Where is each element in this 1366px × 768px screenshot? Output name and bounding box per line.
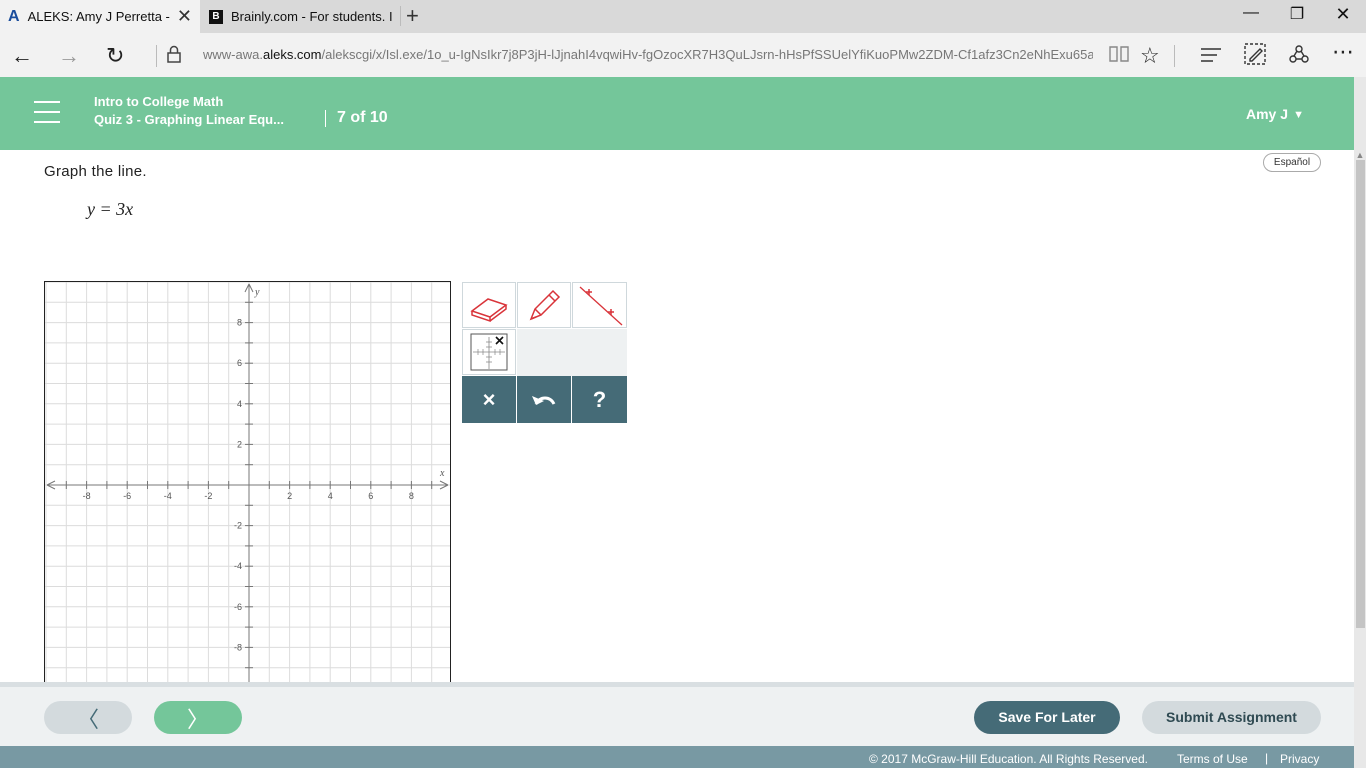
save-for-later-button[interactable]: Save For Later xyxy=(974,701,1120,734)
quiz-title: Quiz 3 - Graphing Linear Equ... xyxy=(94,112,284,127)
question-prompt: Graph the line. xyxy=(44,163,147,180)
y-tick-label: 2 xyxy=(237,439,242,449)
chevron-left-icon: 〈 xyxy=(76,706,99,732)
question-progress: 7 of 10 xyxy=(337,109,388,126)
privacy-link[interactable]: Privacy xyxy=(1280,752,1319,766)
course-title: Intro to College Math xyxy=(94,94,224,109)
coordinate-plane[interactable]: -8 -6 -4 -2 2 4 6 8 8 6 4 2 -2 -4 -6 -8 x y xyxy=(45,282,450,682)
tab-aleks[interactable]: A ALEKS: Amy J Perretta - ✕ xyxy=(0,0,200,33)
brainly-icon: B xyxy=(209,9,223,24)
hub-icon[interactable] xyxy=(1200,44,1222,70)
scroll-up-icon[interactable]: ▲ xyxy=(1354,150,1366,160)
y-tick-label: 4 xyxy=(237,399,242,409)
tab-divider xyxy=(400,6,401,26)
palette-empty-area xyxy=(517,329,627,376)
x-tick-label: -8 xyxy=(83,491,91,501)
window-close-icon[interactable]: ✕ xyxy=(1320,4,1366,25)
y-tick-label: 6 xyxy=(237,358,242,368)
x-tick-label: 4 xyxy=(328,491,333,501)
tab-brainly[interactable]: B Brainly.com - For students. I xyxy=(201,0,401,33)
y-axis-label: y xyxy=(254,287,260,298)
app-header: Intro to College Math Quiz 3 - Graphing … xyxy=(0,77,1354,150)
x-tick-label: -4 xyxy=(164,491,172,501)
grid-settings-icon xyxy=(470,333,508,371)
browser-tab-bar: A ALEKS: Amy J Perretta - ✕ B Brainly.co… xyxy=(0,0,1366,33)
reading-view-icon[interactable] xyxy=(1108,44,1130,70)
clear-button[interactable]: × xyxy=(462,376,516,423)
header-divider xyxy=(325,110,326,127)
help-button[interactable]: ? xyxy=(572,376,627,423)
divider xyxy=(156,45,157,67)
pencil-icon xyxy=(529,289,561,321)
line-tool-icon xyxy=(579,286,622,326)
previous-question-button[interactable]: 〈 xyxy=(44,701,132,734)
language-toggle-button[interactable]: Español xyxy=(1263,153,1321,172)
next-question-button[interactable]: 〉 xyxy=(154,701,242,734)
user-menu[interactable]: Amy J xyxy=(1246,106,1288,122)
terms-of-use-link[interactable]: Terms of Use xyxy=(1177,752,1248,766)
divider xyxy=(1174,45,1175,67)
grid-tool-button[interactable] xyxy=(462,329,516,375)
chevron-down-icon[interactable]: ▼ xyxy=(1293,109,1304,121)
forward-icon[interactable]: → xyxy=(58,43,80,69)
close-icon[interactable]: ✕ xyxy=(177,6,192,27)
share-icon[interactable] xyxy=(1288,43,1310,71)
web-note-icon[interactable] xyxy=(1244,43,1266,71)
address-bar: ← → ↻ www-awa.aleks.com/alekscgi/x/Isl.e… xyxy=(0,33,1366,77)
equation: y = 3x xyxy=(87,199,134,219)
lock-icon xyxy=(166,44,182,70)
y-tick-label: -6 xyxy=(234,602,242,612)
y-tick-label: -8 xyxy=(234,642,242,652)
x-tick-label: -2 xyxy=(204,491,212,501)
copyright-text: © 2017 McGraw-Hill Education. All Rights… xyxy=(869,752,1148,766)
x-tick-label: 2 xyxy=(287,491,292,501)
new-tab-icon[interactable]: + xyxy=(406,3,419,29)
footer-divider: | xyxy=(1265,751,1269,765)
graph-tool-palette: × ? xyxy=(462,282,627,423)
x-tick-label: 6 xyxy=(368,491,373,501)
menu-icon[interactable] xyxy=(34,101,60,123)
refresh-icon[interactable]: ↻ xyxy=(106,43,124,69)
undo-icon xyxy=(532,395,556,405)
tab-title: Brainly.com - For students. I xyxy=(231,9,393,24)
x-tick-label: 8 xyxy=(409,491,414,501)
aleks-icon: A xyxy=(8,7,20,25)
chevron-right-icon: 〉 xyxy=(186,706,209,732)
copyright-bar: © 2017 McGraw-Hill Education. All Rights… xyxy=(0,746,1354,768)
url-input[interactable]: www-awa.aleks.com/alekscgi/x/Isl.exe/1o_… xyxy=(203,47,1093,62)
scrollbar-thumb[interactable] xyxy=(1356,160,1365,628)
eraser-icon xyxy=(470,298,508,323)
eraser-tool-button[interactable] xyxy=(462,282,516,328)
y-tick-label: -2 xyxy=(234,521,242,531)
tab-title: ALEKS: Amy J Perretta - xyxy=(27,9,170,24)
restore-icon[interactable]: ❐ xyxy=(1274,4,1320,24)
graph-canvas[interactable]: -8 -6 -4 -2 2 4 6 8 8 6 4 2 -2 -4 -6 -8 x y xyxy=(44,281,451,683)
pencil-tool-button[interactable] xyxy=(517,282,571,328)
more-icon[interactable]: ⋯ xyxy=(1332,39,1354,65)
back-icon[interactable]: ← xyxy=(11,43,33,69)
x-tick-label: -6 xyxy=(123,491,131,501)
x-axis-label: x xyxy=(439,468,445,479)
minimize-icon[interactable]: — xyxy=(1228,4,1274,22)
y-tick-label: -4 xyxy=(234,561,242,571)
undo-button[interactable] xyxy=(517,376,571,423)
y-tick-label: 8 xyxy=(237,318,242,328)
submit-assignment-button[interactable]: Submit Assignment xyxy=(1142,701,1321,734)
favorite-star-icon[interactable]: ☆ xyxy=(1140,43,1160,69)
line-tool-button[interactable] xyxy=(572,282,627,328)
